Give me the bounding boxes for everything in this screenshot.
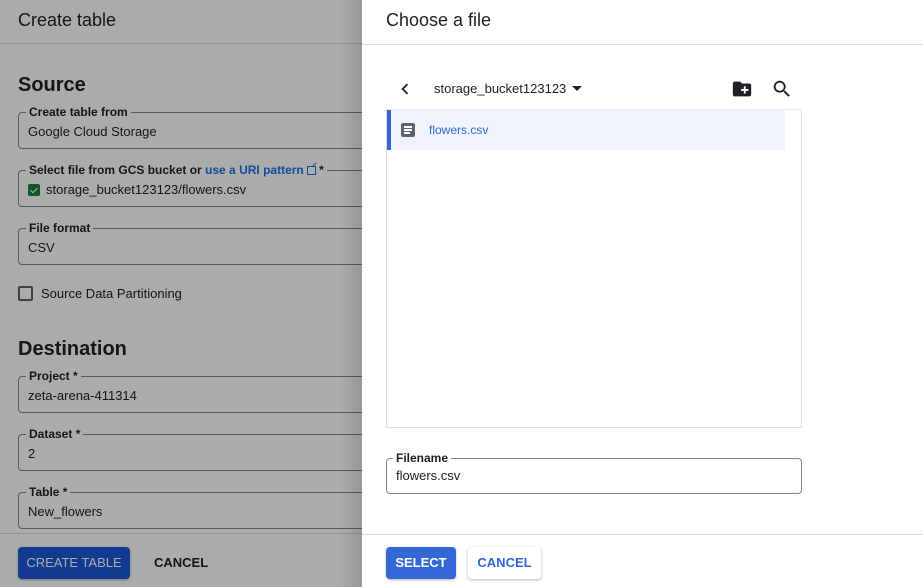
file-list[interactable]: flowers.csv [386,109,802,428]
filename-input[interactable] [396,468,786,483]
file-name: flowers.csv [429,123,489,137]
panel-shadow [340,0,362,587]
modal-scrim[interactable] [0,0,362,587]
browser-toolbar: storage_bucket123123 [386,72,802,106]
file-list-item[interactable]: flowers.csv [387,110,785,150]
bucket-dropdown[interactable]: storage_bucket123123 [434,81,583,96]
back-button[interactable] [394,78,416,100]
filename-field[interactable]: Filename [386,451,802,494]
panel-footer-divider [362,534,923,535]
new-folder-button[interactable] [730,78,754,100]
search-button[interactable] [770,78,794,100]
document-icon [401,123,415,137]
chevron-left-icon [401,83,409,95]
panel-title: Choose a file [386,10,492,30]
filename-label: Filename [393,451,452,465]
bucket-name: storage_bucket123123 [434,81,567,96]
cancel-button[interactable]: CANCEL [468,547,541,579]
select-button[interactable]: SELECT [386,547,456,579]
create-new-folder-icon [732,81,752,97]
choose-file-panel: Choose a file storage_bucket123123 flowe… [362,0,923,587]
arrow-drop-down-icon [572,86,583,91]
search-icon [773,80,790,97]
panel-header: Choose a file [362,0,923,45]
